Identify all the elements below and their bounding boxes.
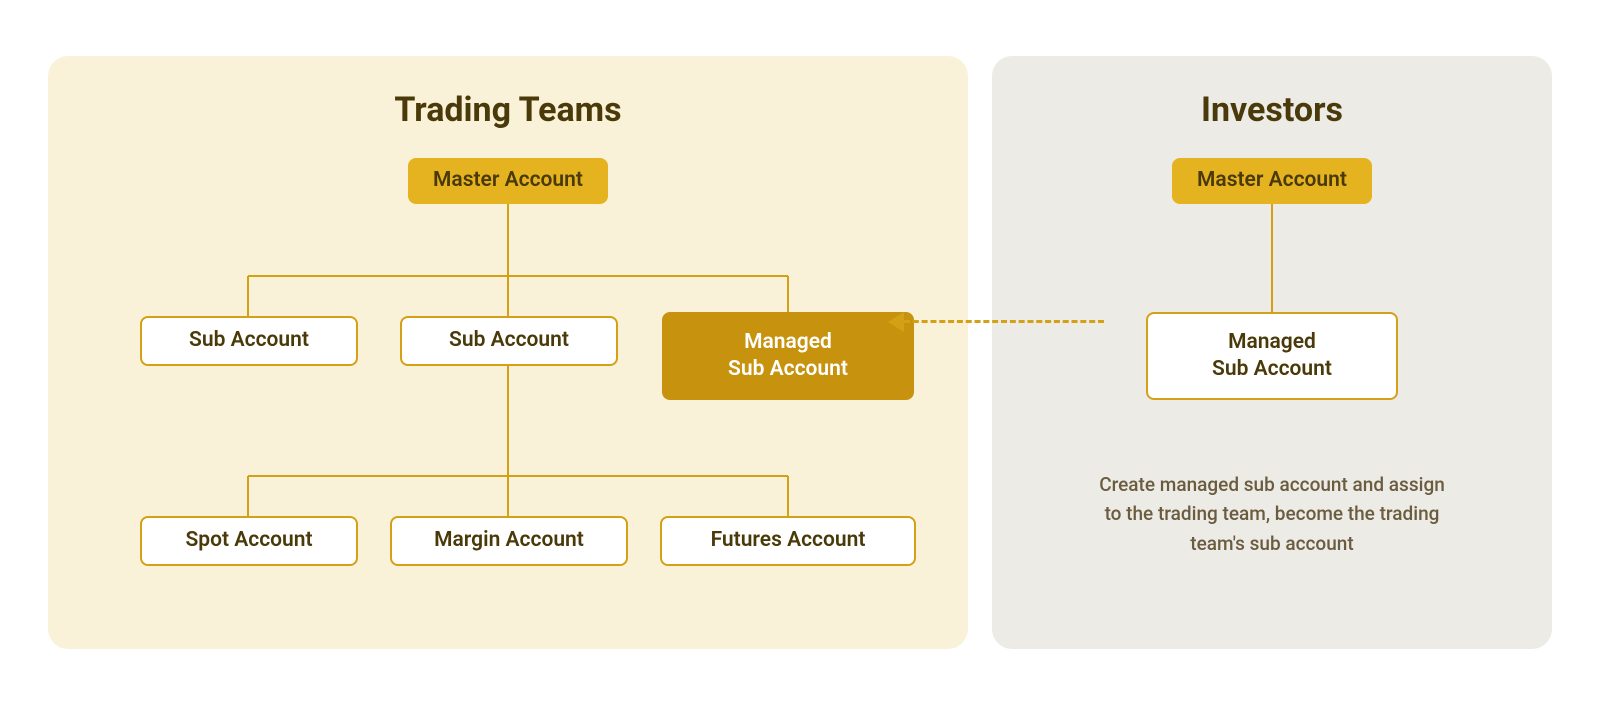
investors-title: Investors: [1032, 90, 1512, 130]
futures-account-node: Futures Account: [660, 516, 916, 566]
investors-managed-node: Managed Sub Account: [1146, 312, 1398, 400]
trading-teams-panel: Trading Teams Ma: [48, 56, 968, 649]
assign-arrow-head-icon: [888, 312, 904, 332]
investors-diagram: Master Account Managed Sub Account Creat…: [1032, 158, 1512, 618]
investors-description: Create managed sub account and assign to…: [1092, 470, 1452, 558]
investors-master-node: Master Account: [1172, 158, 1372, 204]
trading-master-node: Master Account: [408, 158, 608, 204]
trading-title: Trading Teams: [88, 90, 928, 130]
trading-sub2-node: Sub Account: [400, 316, 618, 366]
trading-managed-node: Managed Sub Account: [662, 312, 914, 400]
spot-account-node: Spot Account: [140, 516, 358, 566]
trading-diagram: Master Account Sub Account Sub Account M…: [88, 158, 928, 618]
investors-panel: Investors Master Account Managed Sub Acc…: [992, 56, 1552, 649]
assign-arrow-line: [904, 320, 1104, 323]
diagram-page: Trading Teams Ma: [0, 0, 1600, 709]
margin-account-node: Margin Account: [390, 516, 628, 566]
trading-sub1-node: Sub Account: [140, 316, 358, 366]
